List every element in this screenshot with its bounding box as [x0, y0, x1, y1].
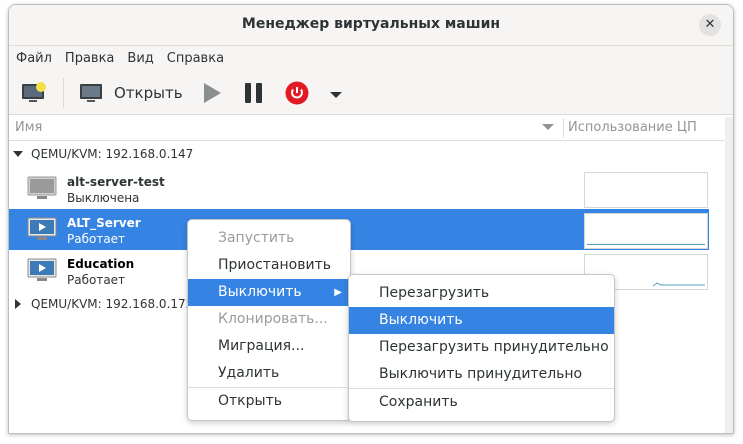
scrollbar[interactable]: [725, 117, 733, 433]
shutdown-dropdown-icon[interactable]: [330, 89, 342, 104]
menu-item-migrate[interactable]: Миграция...: [188, 333, 350, 360]
submenu-arrow-icon: ▶: [334, 287, 342, 298]
title-bar: Менеджер виртуальных машин ✕: [9, 5, 733, 46]
submenu-item-force-reset[interactable]: Перезагрузить принудительно: [349, 334, 614, 361]
host-label: QEMU/KVM: 192.168.0.175: [31, 297, 194, 311]
menu-item-open[interactable]: Открыть: [188, 388, 350, 415]
menu-item-clone: Клонировать...: [218, 311, 328, 327]
open-monitor-icon[interactable]: [79, 82, 103, 108]
vm-row-selected[interactable]: ALT_Server Работает: [9, 209, 709, 250]
menu-item-label: Выключить: [218, 284, 302, 300]
menu-help[interactable]: Справка: [160, 46, 230, 72]
host-label: QEMU/KVM: 192.168.0.147: [31, 147, 194, 161]
vm-name: ALT_Server: [67, 216, 141, 230]
vm-status: Работает: [67, 232, 126, 246]
menu-view[interactable]: Вид: [120, 46, 159, 72]
vm-running-icon: [27, 217, 57, 240]
shutdown-submenu: Перезагрузить Выключить Перезагрузить пр…: [348, 274, 615, 422]
window-title: Менеджер виртуальных машин: [241, 16, 501, 32]
vm-running-icon: [27, 258, 57, 281]
new-vm-icon[interactable]: [21, 82, 47, 108]
expander-closed-icon[interactable]: [15, 299, 22, 309]
cpu-graph: [584, 213, 708, 249]
expander-open-icon[interactable]: [13, 151, 23, 158]
menubar: Файл Правка Вид Справка: [9, 46, 733, 72]
pause-icon[interactable]: [244, 82, 264, 108]
power-icon[interactable]: [285, 81, 309, 109]
close-icon[interactable]: ✕: [699, 14, 721, 36]
sort-arrow-icon: [542, 124, 554, 130]
run-icon[interactable]: [201, 82, 223, 108]
menu-file[interactable]: Файл: [9, 46, 58, 72]
column-name-header[interactable]: Имя: [15, 120, 42, 135]
open-button[interactable]: Открыть: [114, 84, 183, 102]
menu-item-delete[interactable]: Удалить: [188, 360, 350, 387]
vm-off-icon: [27, 176, 57, 199]
menu-item-run: Запустить: [218, 230, 295, 246]
menu-item-shutdown[interactable]: Выключить ▶: [188, 279, 350, 306]
context-menu: Запустить Приостановить Выключить ▶ Клони…: [187, 219, 351, 421]
vm-name: alt-server-test: [67, 175, 165, 189]
cpu-graph: [584, 172, 708, 208]
menu-item-pause[interactable]: Приостановить: [188, 252, 350, 279]
submenu-item-save[interactable]: Сохранить: [349, 389, 614, 416]
vm-row[interactable]: alt-server-test Выключена: [9, 168, 709, 209]
column-cpu-header[interactable]: Использование ЦП: [568, 120, 697, 135]
list-header: Имя Использование ЦП: [9, 115, 733, 141]
menu-edit[interactable]: Правка: [58, 46, 120, 72]
submenu-item-shutdown[interactable]: Выключить: [349, 307, 614, 334]
toolbar: Открыть: [9, 72, 733, 115]
vm-name: Education: [67, 257, 135, 271]
submenu-item-force-off[interactable]: Выключить принудительно: [349, 361, 614, 388]
vm-status: Выключена: [67, 191, 140, 205]
submenu-item-reboot[interactable]: Перезагрузить: [349, 280, 614, 307]
vm-status: Работает: [67, 273, 126, 287]
host-row[interactable]: QEMU/KVM: 192.168.0.147: [9, 145, 709, 165]
